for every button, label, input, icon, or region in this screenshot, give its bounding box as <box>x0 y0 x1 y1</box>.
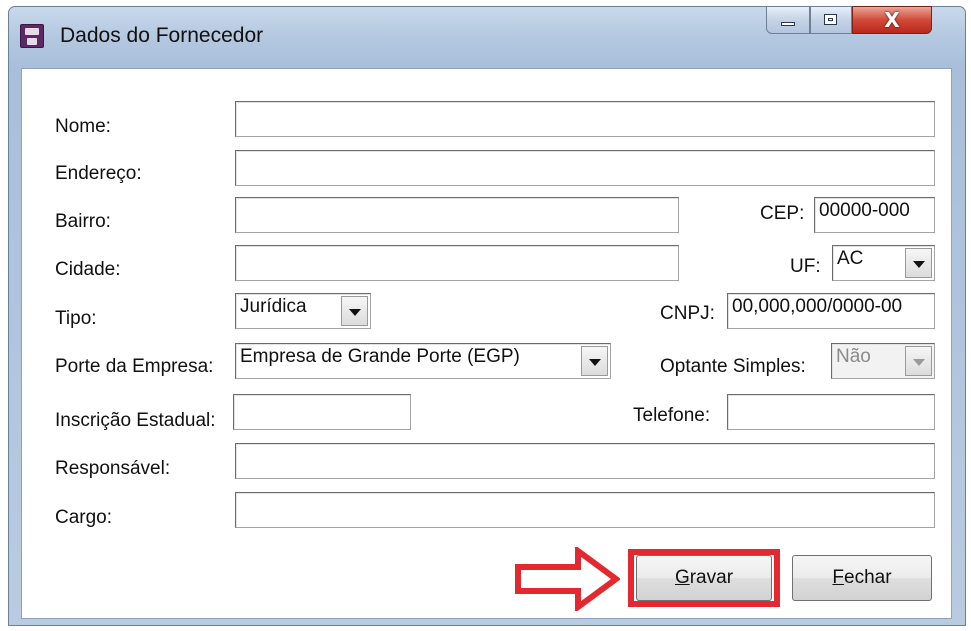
responsavel-label: Responsável: <box>55 458 171 479</box>
tipo-label: Tipo: <box>55 308 97 329</box>
save-disk-icon <box>20 24 44 48</box>
inscricao-label: Inscrição Estadual: <box>55 410 216 431</box>
chevron-down-icon[interactable] <box>905 248 932 278</box>
cep-input[interactable]: 00000-000 <box>814 197 935 233</box>
cep-label: CEP: <box>760 203 805 224</box>
minimize-button[interactable] <box>766 6 810 34</box>
endereco-label: Endereço: <box>55 163 142 184</box>
uf-label: UF: <box>790 256 821 277</box>
cidade-input[interactable] <box>235 245 679 281</box>
porte-label: Porte da Empresa: <box>55 356 214 377</box>
nome-label: Nome: <box>55 116 111 137</box>
inscricao-input[interactable] <box>233 394 411 430</box>
optante-label: Optante Simples: <box>660 356 806 377</box>
chevron-down-icon[interactable] <box>581 346 608 376</box>
fechar-button[interactable]: Fechar <box>792 555 932 601</box>
minimize-icon <box>781 22 795 26</box>
cnpj-input[interactable]: 00,000,000/0000-00 <box>727 293 935 329</box>
close-icon: X <box>884 8 900 32</box>
chevron-down-icon[interactable] <box>341 296 368 326</box>
cidade-label: Cidade: <box>55 259 121 280</box>
bairro-label: Bairro: <box>55 211 111 232</box>
bairro-input[interactable] <box>235 197 679 233</box>
maximize-icon <box>824 14 837 25</box>
arrow-right-icon <box>515 547 620 611</box>
cargo-input[interactable] <box>235 492 935 528</box>
responsavel-input[interactable] <box>235 443 935 479</box>
cargo-label: Cargo: <box>55 507 113 528</box>
nome-input[interactable] <box>235 101 935 137</box>
maximize-button[interactable] <box>810 6 852 34</box>
chevron-down-icon <box>905 346 932 376</box>
endereco-input[interactable] <box>235 150 935 186</box>
cnpj-label: CNPJ: <box>660 303 715 324</box>
uf-select[interactable]: AC <box>832 245 935 281</box>
gravar-highlight-box <box>628 549 780 607</box>
tipo-select[interactable]: Jurídica <box>235 293 371 329</box>
telefone-input[interactable] <box>727 394 935 430</box>
close-button[interactable]: X <box>852 6 932 34</box>
optante-select: Não <box>831 343 935 379</box>
porte-select[interactable]: Empresa de Grande Porte (EGP) <box>235 343 611 379</box>
window-title: Dados do Fornecedor <box>60 24 264 47</box>
telefone-label: Telefone: <box>633 405 711 426</box>
